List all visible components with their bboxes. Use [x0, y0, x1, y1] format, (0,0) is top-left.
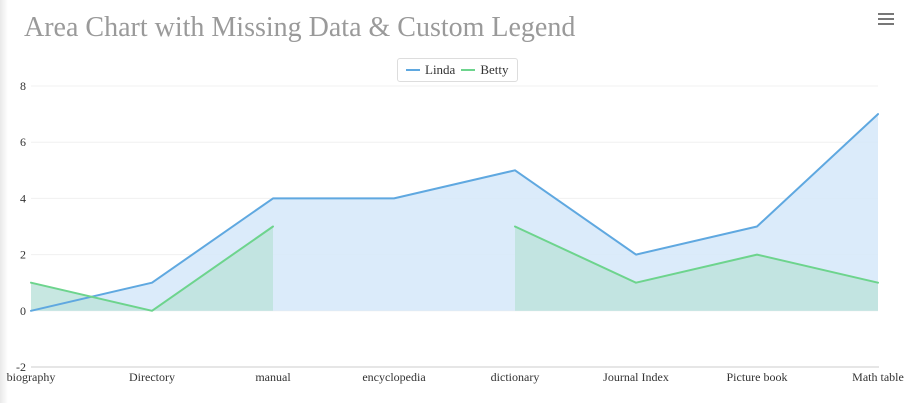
x-tick-label-6: Picture book [727, 370, 788, 384]
point-betty-7 [875, 280, 881, 286]
y-tick-label-4: 6 [20, 135, 26, 149]
point-linda-6 [754, 224, 760, 230]
x-tick-label-4: dictionary [491, 370, 540, 384]
legend-swatch-linda [406, 69, 420, 71]
point-linda-7 [875, 111, 881, 117]
chart-legend: Linda Betty [397, 58, 518, 82]
x-tick-label-5: Journal Index [603, 370, 669, 384]
legend-item-linda[interactable]: Linda [406, 62, 455, 78]
legend-label-betty: Betty [480, 62, 509, 77]
point-linda-3 [391, 195, 397, 201]
point-linda-0 [28, 308, 34, 314]
x-tick-label-2: manual [255, 370, 291, 384]
x-tick-label-1: Directory [129, 370, 175, 384]
x-tick-label-0: biography [7, 370, 56, 384]
point-linda-2 [270, 195, 276, 201]
point-betty-5 [633, 280, 639, 286]
x-tick-label-7: Math table [852, 370, 904, 384]
point-betty-2 [270, 224, 276, 230]
y-tick-label-2: 2 [20, 248, 26, 262]
legend-item-betty[interactable]: Betty [461, 62, 509, 78]
point-betty-6 [754, 252, 760, 258]
point-betty-4 [512, 224, 518, 230]
y-tick-label-1: 0 [20, 304, 26, 318]
x-tick-label-3: encyclopedia [362, 370, 426, 384]
point-betty-1 [149, 308, 155, 314]
legend-label-linda: Linda [425, 62, 456, 77]
chart-page: Area Chart with Missing Data & Custom Le… [0, 0, 917, 403]
point-linda-4 [512, 167, 518, 173]
y-tick-label-5: 8 [20, 79, 26, 93]
point-betty-0 [28, 280, 34, 286]
y-tick-label-3: 4 [20, 191, 26, 205]
point-linda-1 [149, 280, 155, 286]
legend-swatch-betty [461, 69, 476, 71]
point-linda-5 [633, 252, 639, 258]
